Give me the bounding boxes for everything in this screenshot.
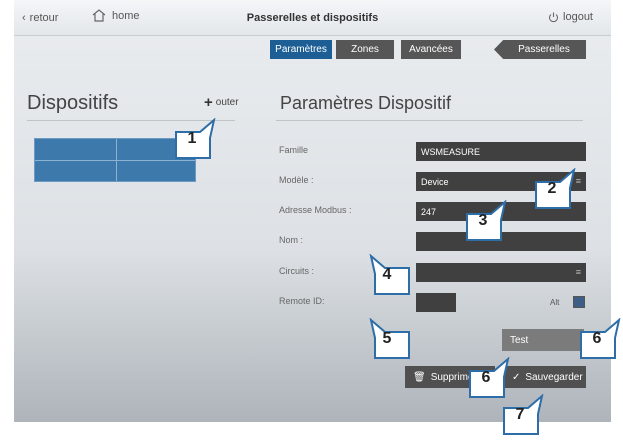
logout-button[interactable]: logout (548, 11, 593, 23)
callout-number: 7 (515, 406, 525, 423)
callout-2: 2 (532, 168, 578, 214)
divider (116, 139, 117, 181)
callout-6a: 6 (577, 318, 623, 364)
save-button[interactable]: ✓ Sauvegarder (504, 366, 586, 388)
trash-icon: 🗑 (413, 371, 426, 383)
callout-5: 5 (367, 318, 413, 364)
alt-label: Alt (550, 298, 560, 307)
famille-label: Famille (279, 145, 309, 155)
save-label: Sauvegarder (525, 371, 583, 383)
main-panel: Paramètres Zones Avancées Passerelles Di… (14, 36, 611, 422)
device-settings-title: Paramètres Dispositif (280, 93, 452, 113)
circuits-label: Circuits : (279, 266, 315, 276)
circuits-select[interactable]: ≡ (416, 263, 586, 282)
power-icon (548, 12, 559, 22)
callout-number: 2 (547, 180, 557, 197)
tab-avancees[interactable]: Avancées (401, 40, 461, 59)
modele-value: Device (421, 176, 449, 187)
divider (35, 160, 195, 161)
remote-id-field[interactable] (416, 293, 456, 312)
adresse-label: Adresse Modbus : (279, 205, 352, 215)
remote-id-label: Remote ID: (279, 296, 325, 306)
tab-parametres[interactable]: Paramètres (270, 40, 332, 59)
add-label: outer (215, 97, 239, 108)
menu-icon: ≡ (575, 267, 581, 277)
modele-label: Modèle : (279, 175, 314, 185)
callout-number: 1 (187, 130, 197, 147)
callout-3: 3 (463, 200, 509, 246)
add-device-button[interactable]: + outer (204, 94, 239, 111)
plus-icon: + (204, 94, 213, 111)
tab-passerelles[interactable]: Passerelles (494, 40, 586, 59)
alt-checkbox[interactable] (573, 296, 585, 308)
test-label: Test (510, 334, 529, 346)
top-bar: ‹ retour home Passerelles et dispositifs… (14, 0, 611, 36)
famille-field[interactable]: WSMEASURE (416, 142, 586, 161)
nom-label: Nom : (279, 235, 304, 245)
famille-value: WSMEASURE (421, 146, 481, 157)
logout-label: logout (563, 11, 593, 23)
check-icon: ✓ (512, 371, 521, 383)
devices-title: Dispositifs (27, 92, 119, 114)
callout-1: 1 (172, 118, 218, 164)
callout-number: 3 (478, 212, 488, 229)
callout-4: 4 (367, 254, 413, 300)
test-button[interactable]: Test (502, 329, 584, 351)
callout-7: 7 (500, 394, 546, 440)
callout-number: 6 (592, 330, 602, 347)
callout-number: 5 (382, 330, 392, 347)
adresse-value: 247 (421, 206, 437, 217)
callout-number: 4 (382, 266, 392, 283)
page-title: Passerelles et dispositifs (246, 12, 379, 24)
tab-zones[interactable]: Zones (336, 40, 394, 59)
divider (276, 120, 583, 121)
callout-number: 6 (481, 369, 491, 386)
